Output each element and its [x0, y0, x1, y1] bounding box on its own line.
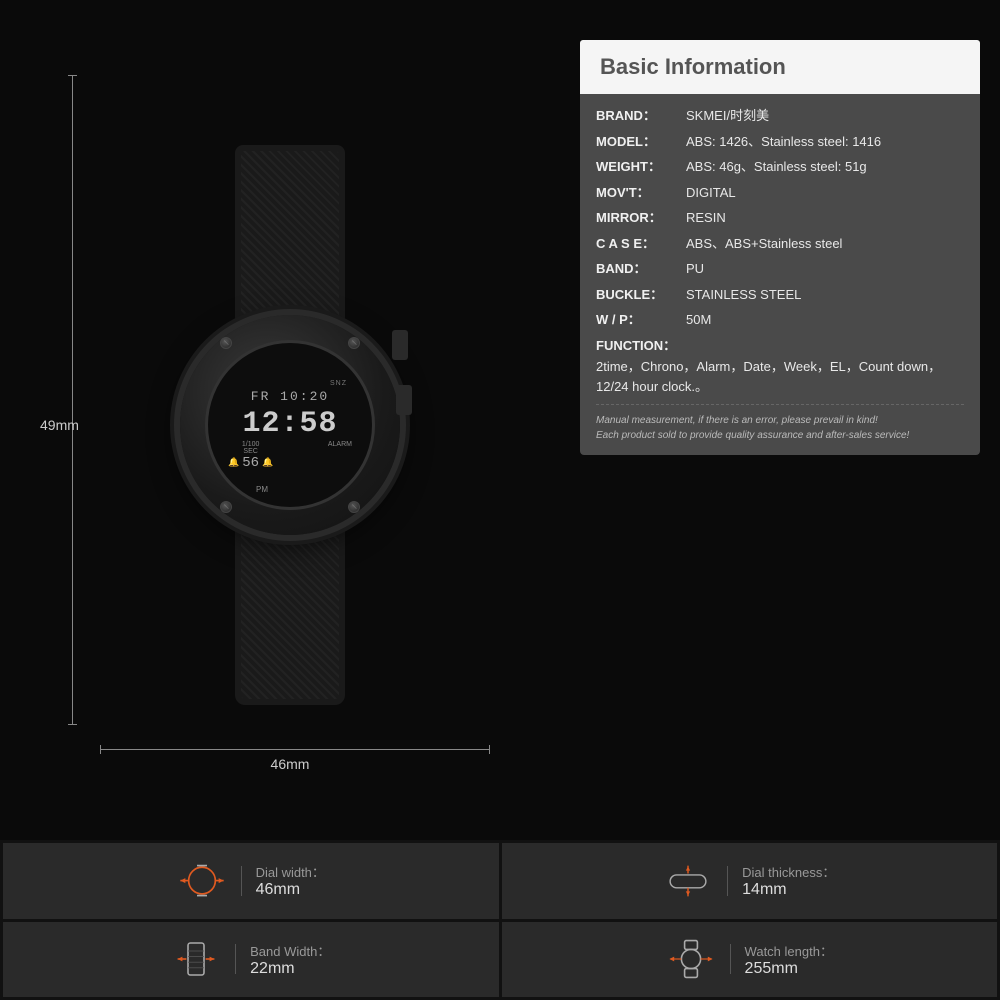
brand-row: BRAND： SKMEI/时刻美 — [596, 106, 964, 126]
divider — [235, 944, 236, 974]
spec-watch-length: Watch length： 255mm — [502, 922, 998, 998]
info-divider — [596, 404, 964, 405]
watch-area: 49mm 46mm — [20, 20, 560, 830]
top-section: 49mm 46mm — [0, 0, 1000, 840]
watch-case: SNZ FR 10:20 PM 12:58 1/100SEC 🔔 56 — [180, 315, 400, 535]
screw-br — [348, 501, 360, 513]
function-row: FUNCTION： 2time，Chrono，Alarm，Date，Week，E… — [596, 336, 964, 397]
info-body: BRAND： SKMEI/时刻美 MODEL： ABS: 1426、Stainl… — [580, 94, 980, 455]
buckle-row: BUCKLE： STAINLESS STEEL — [596, 285, 964, 305]
strap-bottom — [235, 520, 345, 705]
width-label: 46mm — [271, 756, 310, 772]
watch-length-text: Watch length： 255mm — [745, 941, 833, 978]
screw-bl — [220, 501, 232, 513]
spec-dial-thickness: Dial thickness： 14mm — [502, 843, 998, 919]
model-value: ABS: 1426、Stainless steel: 1416 — [686, 132, 964, 152]
screw-tl — [220, 337, 232, 349]
wp-label: W / P： — [596, 310, 686, 330]
watch-length-value: 255mm — [745, 960, 833, 978]
watch-illustration: SNZ FR 10:20 PM 12:58 1/100SEC 🔔 56 — [120, 145, 460, 705]
case-label: C A S E： — [596, 234, 686, 254]
sec-value: 56 — [242, 455, 259, 471]
dial-thickness-value: 14mm — [742, 881, 835, 899]
main-container: 49mm 46mm — [0, 0, 1000, 1000]
dial-thickness-text: Dial thickness： 14mm — [742, 862, 835, 899]
function-value: 2time，Chrono，Alarm，Date，Week，EL，Count do… — [596, 357, 964, 396]
band-value: PU — [686, 259, 964, 279]
brand-label: BRAND： — [596, 106, 686, 126]
divider — [241, 866, 242, 896]
mirror-value: RESIN — [686, 208, 964, 228]
band-label: BAND： — [596, 259, 686, 279]
width-line — [100, 749, 490, 750]
side-button-top[interactable] — [392, 330, 408, 360]
case-value: ABS、ABS+Stainless steel — [686, 234, 964, 254]
alarm-area: ALARM — [328, 441, 352, 471]
dial-width-value: 46mm — [256, 881, 325, 899]
info-title-bar: Basic Information — [580, 40, 980, 94]
band-width-label: Band Width： — [250, 941, 330, 960]
dial-width-icon — [177, 861, 227, 901]
band-width-icon — [171, 939, 221, 979]
band-width-value: 22mm — [250, 960, 330, 978]
watch-length-icon — [666, 939, 716, 979]
snz-label: SNZ — [330, 380, 347, 387]
function-label: FUNCTION： — [596, 336, 686, 356]
watch-face: SNZ FR 10:20 PM 12:58 1/100SEC 🔔 56 — [205, 340, 375, 510]
bottom-display: 1/100SEC 🔔 56 🔔 ALARM — [218, 441, 362, 471]
height-label: 49mm — [40, 417, 79, 433]
case-row: C A S E： ABS、ABS+Stainless steel — [596, 234, 964, 254]
dial-thickness-icon — [663, 861, 713, 901]
mirror-label: MIRROR： — [596, 208, 686, 228]
band-row: BAND： PU — [596, 259, 964, 279]
movt-value: DIGITAL — [686, 183, 964, 203]
time-display: 12:58 — [242, 407, 337, 441]
weight-label: WEIGHT： — [596, 157, 686, 177]
dial-width-label: Dial width： — [256, 862, 325, 881]
dial-width-text: Dial width： 46mm — [256, 862, 325, 899]
weight-row: WEIGHT： ABS: 46g、Stainless steel: 51g — [596, 157, 964, 177]
spec-dial-width: Dial width： 46mm — [3, 843, 499, 919]
seconds-area: 1/100SEC 🔔 56 🔔 — [228, 441, 273, 471]
movt-label: MOV'T： — [596, 183, 686, 203]
date-display: FR 10:20 — [251, 389, 329, 404]
screw-tr — [348, 337, 360, 349]
model-label: MODEL： — [596, 132, 686, 152]
strap-top — [235, 145, 345, 325]
divider — [727, 866, 728, 896]
pm-indicator: PM — [256, 485, 268, 494]
height-measurement — [72, 75, 73, 725]
bottom-specs: Dial width： 46mm Dial thickness： 14mm — [0, 840, 1000, 1000]
dial-thickness-label: Dial thickness： — [742, 862, 835, 881]
brand-value: SKMEI/时刻美 — [686, 106, 964, 126]
buckle-label: BUCKLE： — [596, 285, 686, 305]
watch-length-label: Watch length： — [745, 941, 833, 960]
wp-row: W / P： 50M — [596, 310, 964, 330]
divider — [730, 944, 731, 974]
info-panel: Basic Information BRAND： SKMEI/时刻美 MODEL… — [580, 40, 980, 455]
band-width-text: Band Width： 22mm — [250, 941, 330, 978]
weight-value: ABS: 46g、Stainless steel: 51g — [686, 157, 964, 177]
spec-band-width: Band Width： 22mm — [3, 922, 499, 998]
model-row: MODEL： ABS: 1426、Stainless steel: 1416 — [596, 132, 964, 152]
buckle-value: STAINLESS STEEL — [686, 285, 964, 305]
alarm-label: ALARM — [328, 441, 352, 448]
info-note: Manual measurement, if there is an error… — [596, 413, 964, 443]
side-button-mid[interactable] — [396, 385, 412, 415]
info-title-text: Basic Information — [600, 54, 786, 79]
mirror-row: MIRROR： RESIN — [596, 208, 964, 228]
sec-label: 1/100SEC — [228, 441, 273, 455]
movt-row: MOV'T： DIGITAL — [596, 183, 964, 203]
wp-value: 50M — [686, 310, 964, 330]
